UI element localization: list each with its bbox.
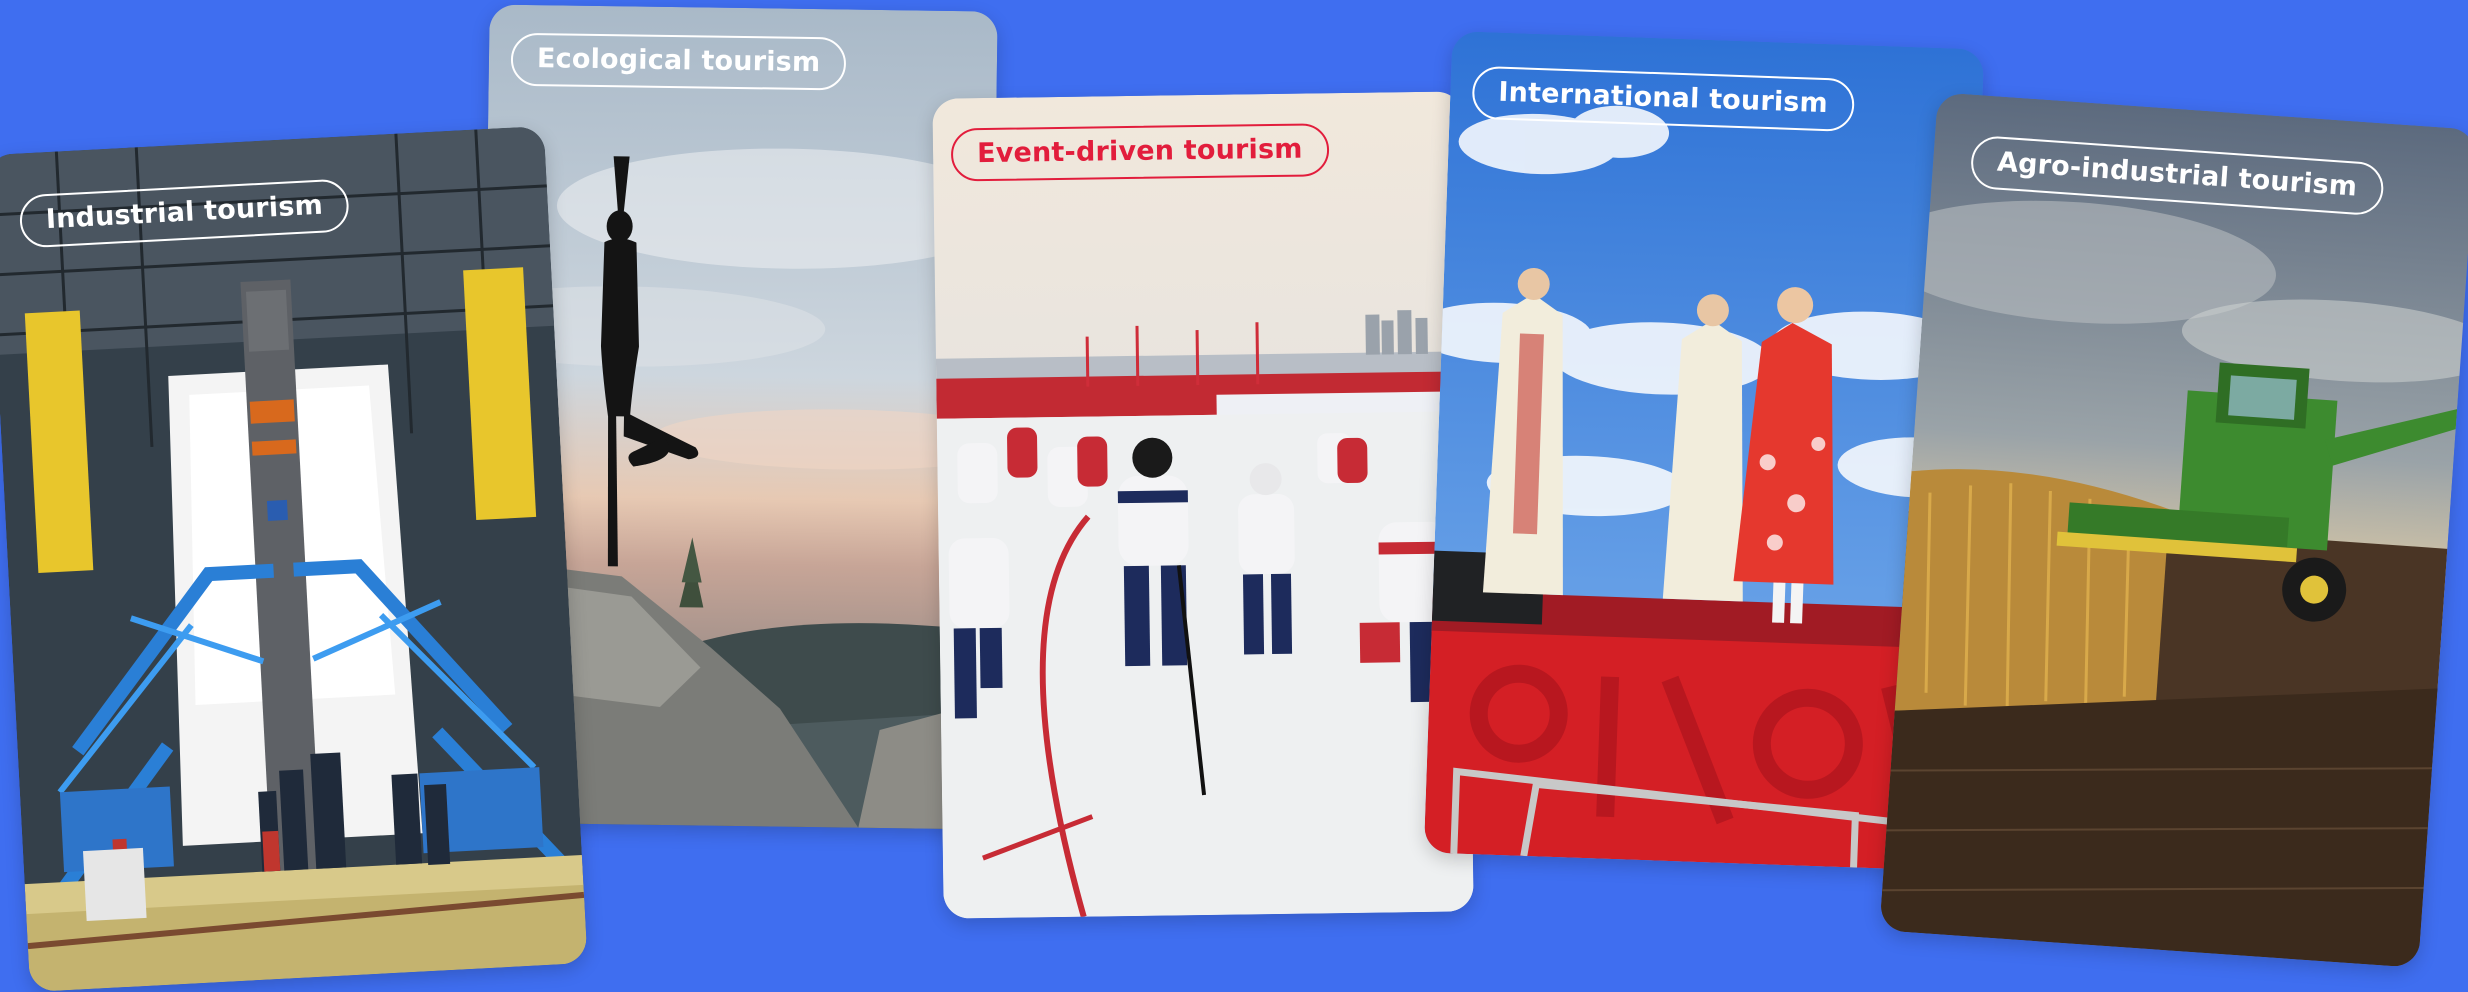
card-event-driven-tourism[interactable]: Event-driven tourism: [932, 91, 1474, 919]
card-label-event: Event-driven tourism: [950, 123, 1329, 182]
event-photo: [932, 91, 1474, 919]
tourism-cards-collage: Ecological tourism Industrial tourism Ev…: [0, 0, 2468, 992]
card-label-ecological: Ecological tourism: [510, 32, 847, 91]
card-industrial-tourism[interactable]: Industrial tourism: [0, 125, 588, 992]
industrial-photo: [0, 125, 588, 992]
agro-photo: [1879, 92, 2468, 968]
card-agro-industrial-tourism[interactable]: Agro-industrial tourism: [1879, 92, 2468, 968]
